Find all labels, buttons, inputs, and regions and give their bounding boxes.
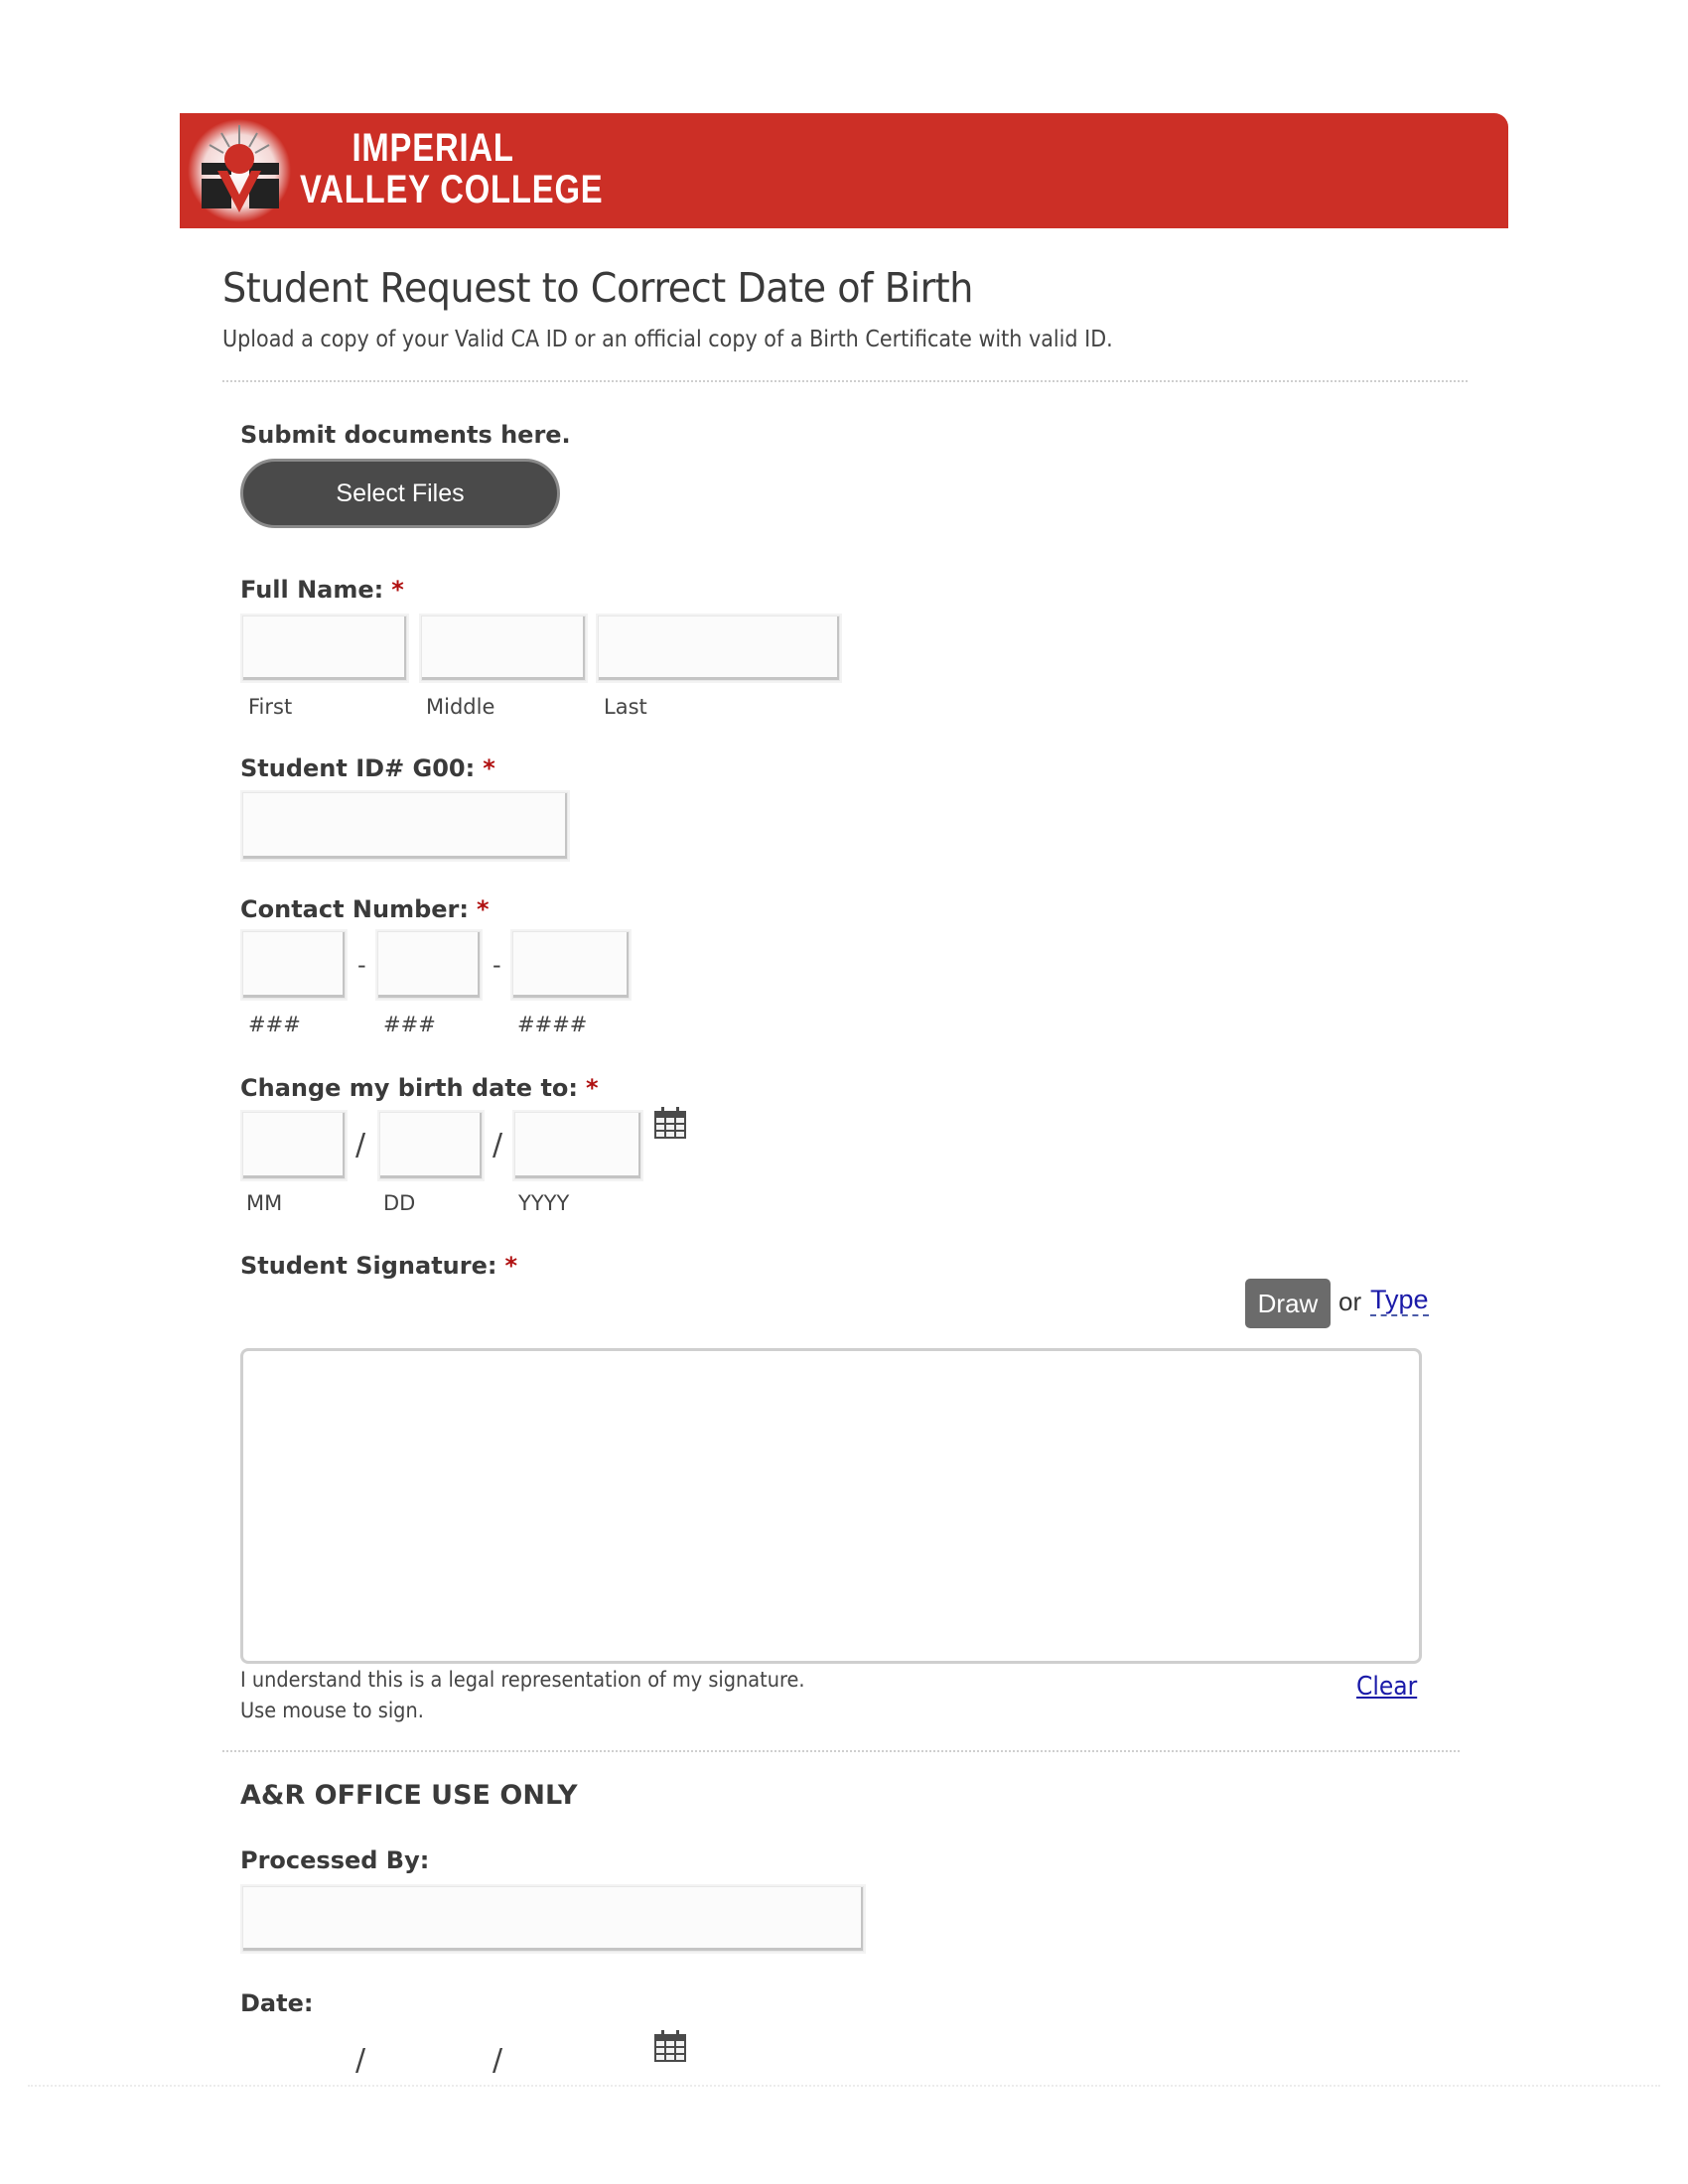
last-name-input[interactable]	[598, 615, 840, 681]
signature-label: Student Signature: *	[240, 1252, 518, 1280]
or-text: or	[1338, 1287, 1362, 1316]
page-title: Student Request to Correct Date of Birth	[222, 264, 974, 312]
calendar-icon[interactable]	[653, 2029, 687, 2063]
page-bottom-divider	[28, 2085, 1660, 2087]
divider	[222, 1750, 1460, 1752]
select-files-label: Select Files	[336, 478, 465, 507]
required-marker: *	[391, 576, 404, 604]
area-code-sublabel: ###	[248, 1013, 301, 1036]
required-marker: *	[504, 1252, 518, 1280]
header-banner: IMPERIAL VALLEY COLLEGE	[180, 113, 1508, 228]
divider	[222, 380, 1468, 382]
processed-by-input[interactable]	[242, 1886, 864, 1952]
signature-pad[interactable]	[240, 1348, 1422, 1664]
year-sublabel: YYYY	[518, 1191, 570, 1215]
required-marker: *	[483, 754, 495, 782]
phone-separator: -	[357, 951, 366, 979]
phone-line-input[interactable]	[512, 931, 630, 999]
office-date-label: Date:	[240, 1989, 314, 2017]
date-separator: /	[492, 1128, 503, 1162]
type-signature-link[interactable]: Type	[1370, 1285, 1429, 1316]
date-separator: /	[492, 2043, 503, 2078]
date-separator: /	[355, 2043, 366, 2078]
college-name: IMPERIAL VALLEY COLLEGE	[300, 126, 604, 211]
select-files-button[interactable]: Select Files	[240, 459, 560, 528]
student-id-label: Student ID# G00: *	[240, 754, 495, 782]
middle-name-input[interactable]	[421, 615, 586, 681]
last-sublabel: Last	[604, 695, 647, 719]
first-name-input[interactable]	[242, 615, 407, 681]
upload-label: Submit documents here.	[240, 421, 571, 449]
draw-signature-button[interactable]: Draw	[1245, 1279, 1331, 1328]
phone-separator: -	[492, 951, 501, 979]
birth-year-input[interactable]	[514, 1112, 641, 1179]
page-description: Upload a copy of your Valid CA ID or an …	[222, 327, 1113, 352]
birth-day-input[interactable]	[379, 1112, 483, 1179]
processed-by-label: Processed By:	[240, 1846, 430, 1874]
calendar-icon[interactable]	[653, 1106, 687, 1140]
first-sublabel: First	[248, 695, 293, 719]
student-id-input[interactable]	[242, 792, 568, 860]
birth-month-input[interactable]	[242, 1112, 346, 1179]
clear-signature-link[interactable]: Clear	[1356, 1672, 1417, 1702]
date-separator: /	[355, 1128, 366, 1162]
month-sublabel: MM	[246, 1191, 283, 1215]
day-sublabel: DD	[383, 1191, 416, 1215]
birth-date-label: Change my birth date to: *	[240, 1074, 599, 1102]
signature-legal-text: I understand this is a legal representat…	[240, 1668, 805, 1692]
college-logo-icon	[188, 119, 291, 222]
contact-number-label: Contact Number: *	[240, 895, 490, 923]
office-use-heading: A&R OFFICE USE ONLY	[240, 1780, 578, 1811]
required-marker: *	[586, 1074, 599, 1102]
prefix-sublabel: ###	[383, 1013, 436, 1036]
phone-prefix-input[interactable]	[377, 931, 481, 999]
phone-area-code-input[interactable]	[242, 931, 346, 999]
signature-instructions: Use mouse to sign.	[240, 1699, 424, 1722]
required-marker: *	[476, 895, 490, 923]
full-name-label: Full Name: *	[240, 576, 404, 604]
line-sublabel: ####	[517, 1013, 588, 1036]
middle-sublabel: Middle	[426, 695, 495, 719]
